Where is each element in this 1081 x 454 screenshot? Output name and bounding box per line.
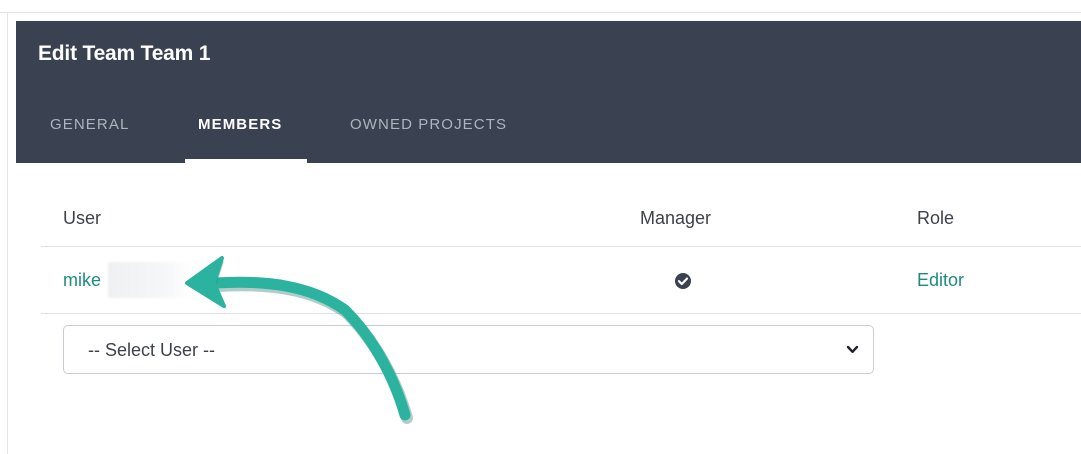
page-title: Edit Team Team 1 [38,42,211,65]
check-circle-icon [675,273,691,289]
member-user-link[interactable]: mike [63,270,101,291]
frame-top-border [0,12,1081,13]
frame-left-border [7,12,8,454]
redacted-name-blur [108,262,192,298]
select-user-dropdown[interactable]: -- Select User -- [63,325,874,374]
select-user-value: -- Select User -- [88,340,216,360]
chevron-down-icon [846,345,859,353]
member-role-link[interactable]: Editor [917,270,964,291]
table-row-divider [41,313,1081,314]
tab-members[interactable]: MEMBERS [198,116,282,133]
tab-owned-projects[interactable]: OWNED PROJECTS [350,116,507,133]
column-header-user: User [63,208,102,228]
table-header-divider [41,246,1081,247]
active-tab-indicator [185,159,307,163]
column-header-manager: Manager [640,208,712,228]
tab-general[interactable]: GENERAL [50,116,129,133]
column-header-role: Role [917,208,955,228]
panel-header: Edit Team Team 1 GENERAL MEMBERS OWNED P… [16,21,1081,163]
